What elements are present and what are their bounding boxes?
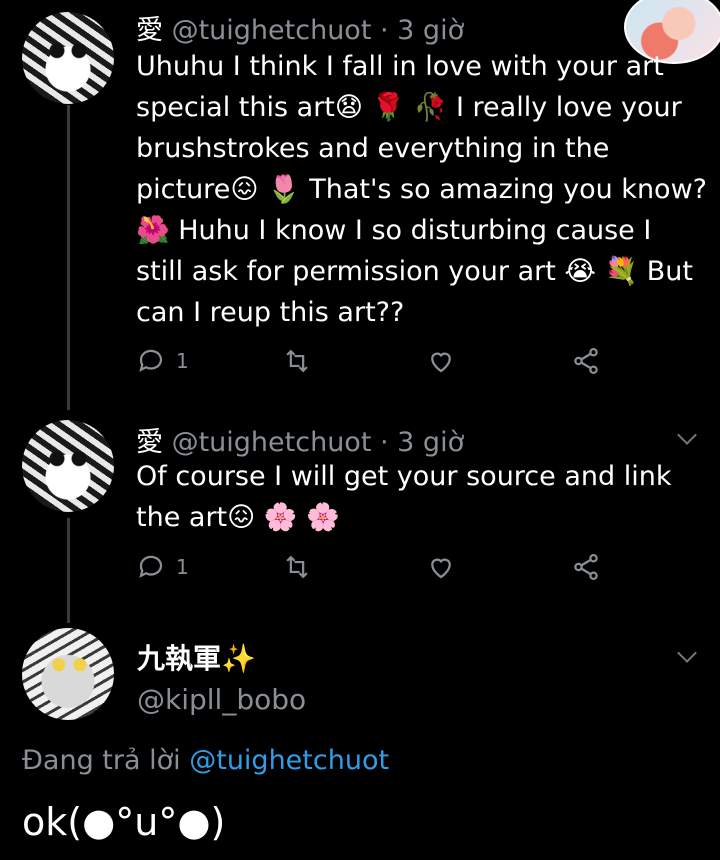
tweet-actions: 1 (136, 552, 616, 592)
share-icon (574, 554, 598, 580)
tweet-header: 愛 @tuighetchuot · 3 giờ (136, 420, 464, 459)
tweet-line-emoji: 😖 🌸 🌸 (227, 502, 340, 533)
tweet-line: can I reup this art?? (136, 297, 405, 328)
display-name[interactable]: 愛 (136, 15, 163, 46)
tweet-text: Of course I will get your source and lin… (136, 456, 711, 538)
retweet-icon (286, 555, 308, 579)
tweet-line: Uhuhu I think I fall in love with your a… (136, 51, 664, 82)
like-button[interactable] (426, 552, 456, 582)
chevron-down-icon[interactable] (677, 643, 697, 663)
tweet-line-emoji: 😧 🌹 🥀 I really love your (334, 92, 682, 123)
heart-icon (431, 352, 451, 373)
handle-and-time[interactable]: @tuighetchuot · 3 giờ (172, 15, 465, 46)
avatar[interactable] (22, 420, 114, 512)
tweet-line: Of course I will get your source and lin… (136, 461, 672, 492)
replying-to: Đang trả lời @tuighetchuot (22, 745, 389, 776)
tweet-line: brushstrokes and everything in the (136, 133, 610, 164)
tweet-line: the art😖 🌸 🌸 (136, 497, 711, 538)
reply-count: 1 (176, 555, 189, 579)
tweet-line-emoji: 😖 🌷 That's so amazing you know? (230, 174, 707, 205)
reply-icon (139, 555, 163, 578)
share-button[interactable] (571, 552, 601, 582)
chevron-down-icon[interactable] (677, 425, 697, 445)
tweet-line-emoji: 😭 💐 But (564, 256, 693, 287)
reply-button[interactable]: 1 (136, 346, 189, 376)
display-name[interactable]: 愛 (136, 427, 163, 458)
tweet-line-text: special this art (136, 92, 335, 123)
reply-icon (139, 349, 163, 372)
tweet-text: Uhuhu I think I fall in love with your a… (136, 46, 711, 333)
handle-and-time[interactable]: @tuighetchuot · 3 giờ (172, 427, 465, 458)
tweet-line: picture😖 🌷 That's so amazing you know? (136, 169, 711, 210)
tweet-line: special this art😧 🌹 🥀 I really love your (136, 87, 711, 128)
heart-icon (431, 558, 451, 579)
share-icon (574, 348, 598, 374)
replying-prefix: Đang trả lời (22, 745, 181, 776)
mention-link[interactable]: @tuighetchuot (189, 745, 389, 776)
thread-line (67, 105, 70, 410)
display-name[interactable]: 九執軍✨ (137, 637, 256, 677)
reply-button[interactable]: 1 (136, 552, 189, 582)
handle[interactable]: @kipll_bobo (137, 683, 306, 716)
tweet-line: still ask for permission your art 😭 💐 Bu… (136, 251, 711, 292)
retweet-button[interactable] (281, 346, 313, 376)
tweet-actions: 1 (136, 346, 616, 386)
tweet-line: 🌺 Huhu I know I so disturbing cause I (136, 215, 652, 246)
reply-count: 1 (176, 349, 189, 373)
tweet-line-text: still ask for permission your art (136, 256, 565, 287)
like-button[interactable] (426, 346, 456, 376)
avatar[interactable] (22, 628, 114, 720)
avatar[interactable] (22, 12, 114, 104)
thread-line (67, 518, 70, 623)
tweet-header: 愛 @tuighetchuot · 3 giờ (136, 8, 464, 47)
tweet-line-text: the art (136, 502, 228, 533)
tweet-line-text: picture (136, 174, 231, 205)
reply-text[interactable]: ok(●°u°●) (22, 800, 225, 844)
retweet-button[interactable] (281, 552, 313, 582)
share-button[interactable] (571, 346, 601, 376)
retweet-icon (286, 349, 308, 373)
